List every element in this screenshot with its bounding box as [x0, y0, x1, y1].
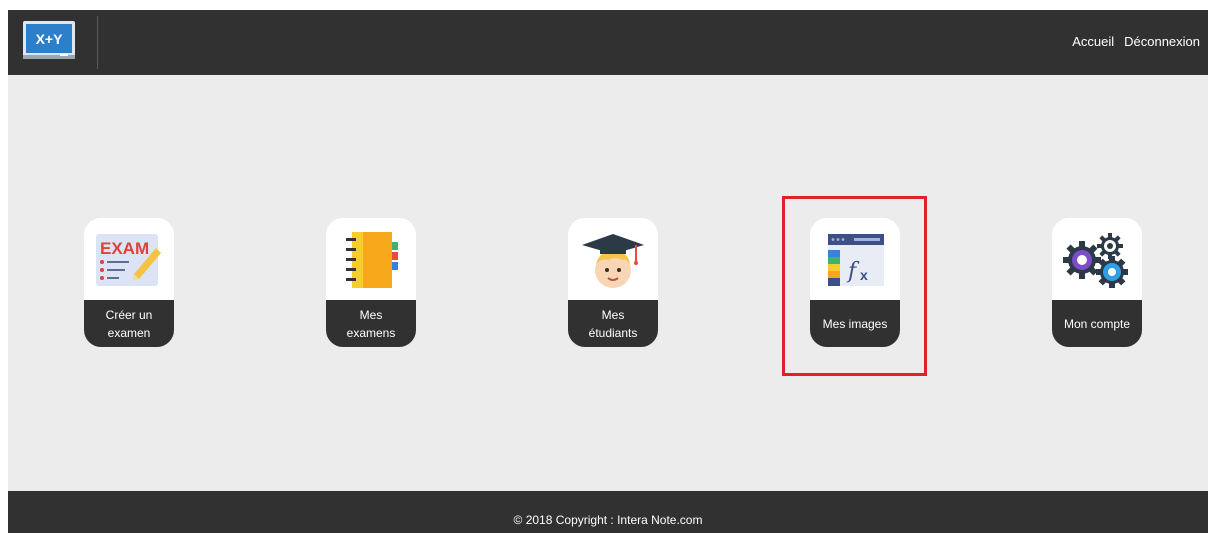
- notebook-icon: [346, 232, 398, 288]
- exam-icon: EXAM: [96, 234, 161, 286]
- logo[interactable]: X+Y: [22, 20, 76, 60]
- copyright-text: © 2018 Copyright : Intera Note.com: [513, 513, 703, 527]
- nav-links: Accueil Déconnexion: [1072, 34, 1200, 49]
- blackboard-logo-icon: X+Y: [23, 21, 75, 59]
- nav-link-deconnexion[interactable]: Déconnexion: [1124, 34, 1200, 49]
- footer: © 2018 Copyright : Intera Note.com: [8, 491, 1208, 533]
- gears-icon: [1063, 233, 1128, 288]
- logo-text: X+Y: [36, 31, 64, 47]
- svg-text:EXAM: EXAM: [100, 239, 149, 258]
- svg-text:x: x: [860, 267, 868, 283]
- tile-label: Créer un examen: [84, 300, 174, 347]
- tile-label: Mes images: [810, 300, 900, 347]
- nav-link-accueil[interactable]: Accueil: [1072, 34, 1114, 49]
- formula-image-icon: f x: [828, 234, 884, 286]
- navbar-divider: [97, 16, 98, 69]
- tile-label: Mon compte: [1052, 300, 1142, 347]
- tile-label: Mes étudiants: [568, 300, 658, 347]
- graduate-icon: [582, 234, 644, 288]
- tile-my-students[interactable]: Mes étudiants: [568, 218, 658, 347]
- page-frame: X+Y Accueil Déconnexion EXAM Créer un ex…: [8, 10, 1208, 533]
- tile-label: Mes examens: [326, 300, 416, 347]
- tile-create-exam[interactable]: EXAM Créer un examen: [84, 218, 174, 347]
- tile-my-images[interactable]: f x Mes images: [810, 218, 900, 347]
- navbar: X+Y Accueil Déconnexion: [8, 10, 1208, 75]
- tile-my-account[interactable]: Mon compte: [1052, 218, 1142, 347]
- tile-my-exams[interactable]: Mes examens: [326, 218, 416, 347]
